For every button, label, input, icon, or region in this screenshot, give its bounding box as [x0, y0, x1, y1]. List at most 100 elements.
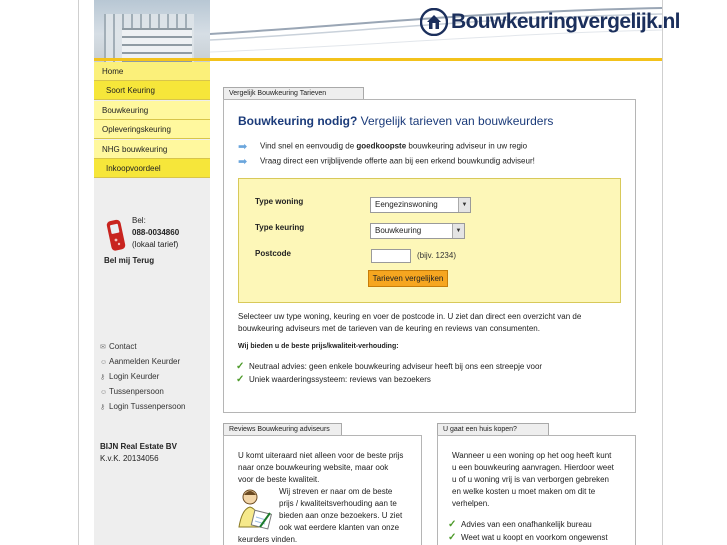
type-woning-label: Type woning: [255, 197, 304, 206]
login-tussenpersoon-link[interactable]: ⚷ Login Tussenpersoon: [100, 402, 186, 411]
intro-line-1: Selecteer uw type woning, keuring en voe…: [238, 312, 582, 321]
type-keuring-label: Type keuring: [255, 223, 305, 232]
nav-soort-keuring-label: Soort Keuring: [106, 86, 155, 95]
chevron-down-icon: ▼: [458, 198, 470, 212]
huis-line: u een bouwkeuring aanvragen. Hierdoor we…: [452, 463, 614, 472]
postcode-hint: (bijv. 1234): [417, 251, 456, 260]
huis-line: u of u woning vrij is van verborgen gebr…: [452, 475, 609, 484]
page: Bouwkeuringvergelijk.nl Home Soort Keuri…: [0, 0, 727, 545]
comparison-form: Type woning Eengezinswoning ▼ Type keuri…: [238, 178, 621, 303]
key-icon: ⚷: [100, 404, 106, 411]
contact-link[interactable]: ✉ Contact: [100, 342, 137, 351]
page-title-rest: Vergelijk tarieven van bouwkeurders: [357, 114, 554, 128]
bullet1-pre: Vind snel en eenvoudig de: [260, 141, 357, 151]
huis-check-item: ✓ Advies van een onafhankelijk bureau: [448, 519, 592, 530]
bullet-goedkoopste: ➡ Vind snel en eenvoudig de goedkoopste b…: [238, 140, 527, 153]
huis-line: verhelpen.: [452, 499, 490, 508]
type-woning-value: Eengezinswoning: [375, 200, 438, 209]
tab-vergelijk: Vergelijk Bouwkeuring Tarieven: [223, 87, 364, 99]
company-kvk: K.v.K. 20134056: [100, 454, 159, 463]
check-item: ✓ Neutraal advies: geen enkele bouwkeurin…: [236, 361, 542, 372]
nav-nhg-bouwkeuring[interactable]: NHG bouwkeuring: [94, 140, 210, 159]
nav-home[interactable]: Home: [94, 62, 210, 81]
user-icon: ☺: [100, 389, 108, 396]
checkmark-icon: ✓: [236, 361, 245, 372]
postcode-input[interactable]: [371, 249, 411, 263]
reviews-text-2: Wij streven er naar om de beste prijs / …: [279, 486, 402, 534]
nav-nhg-bouwkeuring-label: NHG bouwkeuring: [102, 145, 168, 154]
nav-bouwkeuring-label: Bouwkeuring: [102, 106, 149, 115]
check-item-text: Uniek waarderingssysteem: reviews van be…: [249, 375, 431, 384]
checkmark-icon: ✓: [236, 374, 245, 385]
login-keurder-link[interactable]: ⚷ Login Keurder: [100, 372, 159, 381]
postcode-label: Postcode: [255, 249, 292, 258]
logo-text: Bouwkeuringvergelijk.nl: [451, 10, 681, 33]
huis-line: Wanneer u een woning op het oog heeft ku…: [452, 451, 612, 460]
login-tussenpersoon-label: Login Tussenpersoon: [109, 402, 186, 411]
page-title: Bouwkeuring nodig? Vergelijk tarieven va…: [238, 114, 553, 128]
phone-tarief: (lokaal tarief): [132, 240, 179, 249]
company-name: BIJN Real Estate BV: [100, 442, 177, 451]
checkmark-icon: ✓: [448, 532, 457, 543]
tussenpersoon-link[interactable]: ☺ Tussenpersoon: [100, 387, 164, 396]
arrow-right-icon: ➡: [238, 141, 248, 153]
tab-huis-kopen: U gaat een huis kopen?: [437, 423, 549, 435]
huis-line: en welke kosten u moet maken om dit te: [452, 487, 596, 496]
sidebar: Home Soort Keuring Bouwkeuring Opleverin…: [94, 62, 210, 545]
contact-link-label: Contact: [109, 342, 137, 351]
huis-check-text: Advies van een onafhankelijk bureau: [461, 520, 592, 529]
tab-reviews-label: Reviews Bouwkeuring adviseurs: [229, 426, 330, 433]
nav-opleveringskeuring-label: Opleveringskeuring: [102, 125, 171, 134]
check-item: ✓ Uniek waarderingssysteem: reviews van b…: [236, 374, 431, 385]
reviews-line: ook wat eerdere klanten van onze: [279, 523, 400, 532]
reviews-line: Wij streven er naar om de beste: [279, 487, 393, 496]
tarieven-vergelijken-button[interactable]: Tarieven vergelijken: [368, 270, 448, 287]
site-logo[interactable]: Bouwkeuringvergelijk.nl: [420, 8, 681, 36]
frame-border-right: [662, 0, 663, 545]
house-icon: [420, 8, 448, 36]
reviews-text: U komt uiteraard niet alleen voor de bes…: [238, 450, 403, 486]
huis-kopen-text: Wanneer u een woning op het oog heeft ku…: [452, 450, 614, 510]
company-info: BIJN Real Estate BV K.v.K. 20134056: [100, 441, 177, 465]
type-keuring-value: Bouwkeuring: [375, 226, 422, 235]
nav-soort-keuring[interactable]: Soort Keuring: [94, 81, 210, 100]
nav-bouwkeuring[interactable]: Bouwkeuring: [94, 101, 210, 120]
mobile-phone-icon: [106, 219, 126, 251]
bel-mij-terug-link[interactable]: Bel mij Terug: [104, 256, 154, 265]
nav-inkoopvoordeel[interactable]: Inkoopvoordeel: [94, 159, 210, 178]
tab-reviews: Reviews Bouwkeuring adviseurs: [223, 423, 342, 435]
phone-block: Bel: 088-0034860 (lokaal tarief) Bel mij…: [104, 214, 204, 274]
header-accent-bar: [94, 58, 662, 61]
nav-opleveringskeuring[interactable]: Opleveringskeuring: [94, 120, 210, 139]
reviews-last-line: keurders vinden.: [238, 535, 298, 544]
envelope-icon: ✉: [100, 344, 106, 351]
check-item-text: Neutraal advies: geen enkele bouwkeuring…: [249, 362, 543, 371]
arrow-right-icon: ➡: [238, 156, 248, 168]
aanmelden-keurder-link[interactable]: ☺ Aanmelden Keurder: [100, 357, 180, 366]
frame-border-left: [78, 0, 79, 545]
phone-number[interactable]: 088-0034860: [132, 228, 179, 237]
phone-bel-label: Bel:: [132, 216, 146, 225]
huis-check-text: Weet wat u koopt en voorkom ongewenst: [461, 533, 608, 542]
bullet1-bold: goedkoopste: [356, 141, 407, 151]
bullet-offerte: ➡ Vraag direct een vrijblijvende offerte …: [238, 155, 535, 168]
reviews-line: naar onze bouwkeuring website, maar ook: [238, 463, 389, 472]
bullet1-post: bouwkeuring adviseur in uw regio: [406, 141, 528, 151]
nav-inkoopvoordeel-label: Inkoopvoordeel: [106, 164, 161, 173]
chevron-down-icon: ▼: [452, 224, 464, 238]
type-woning-select[interactable]: Eengezinswoning ▼: [370, 197, 471, 213]
key-icon: ⚷: [100, 374, 106, 381]
intro-line-2: bouwkeuring adviseurs met de tarieven va…: [238, 324, 540, 333]
header-construction-photo: [94, 0, 210, 62]
person-writing-icon: [238, 489, 273, 530]
tab-huis-kopen-label: U gaat een huis kopen?: [443, 426, 517, 433]
huis-check-item: ✓ Weet wat u koopt en voorkom ongewenst: [448, 532, 608, 543]
bullet2-text: Vraag direct een vrijblijvende offerte a…: [260, 156, 535, 166]
reviews-line: bieden aan onze bezoekers. U ziet: [279, 511, 403, 520]
tussenpersoon-label: Tussenpersoon: [109, 387, 164, 396]
type-keuring-select[interactable]: Bouwkeuring ▼: [370, 223, 465, 239]
tab-vergelijk-label: Vergelijk Bouwkeuring Tarieven: [229, 90, 327, 97]
login-keurder-label: Login Keurder: [109, 372, 160, 381]
best-price-heading: Wij bieden u de beste prijs/kwaliteit-ve…: [238, 343, 399, 350]
reviews-line: voor de beste kwaliteit.: [238, 475, 320, 484]
